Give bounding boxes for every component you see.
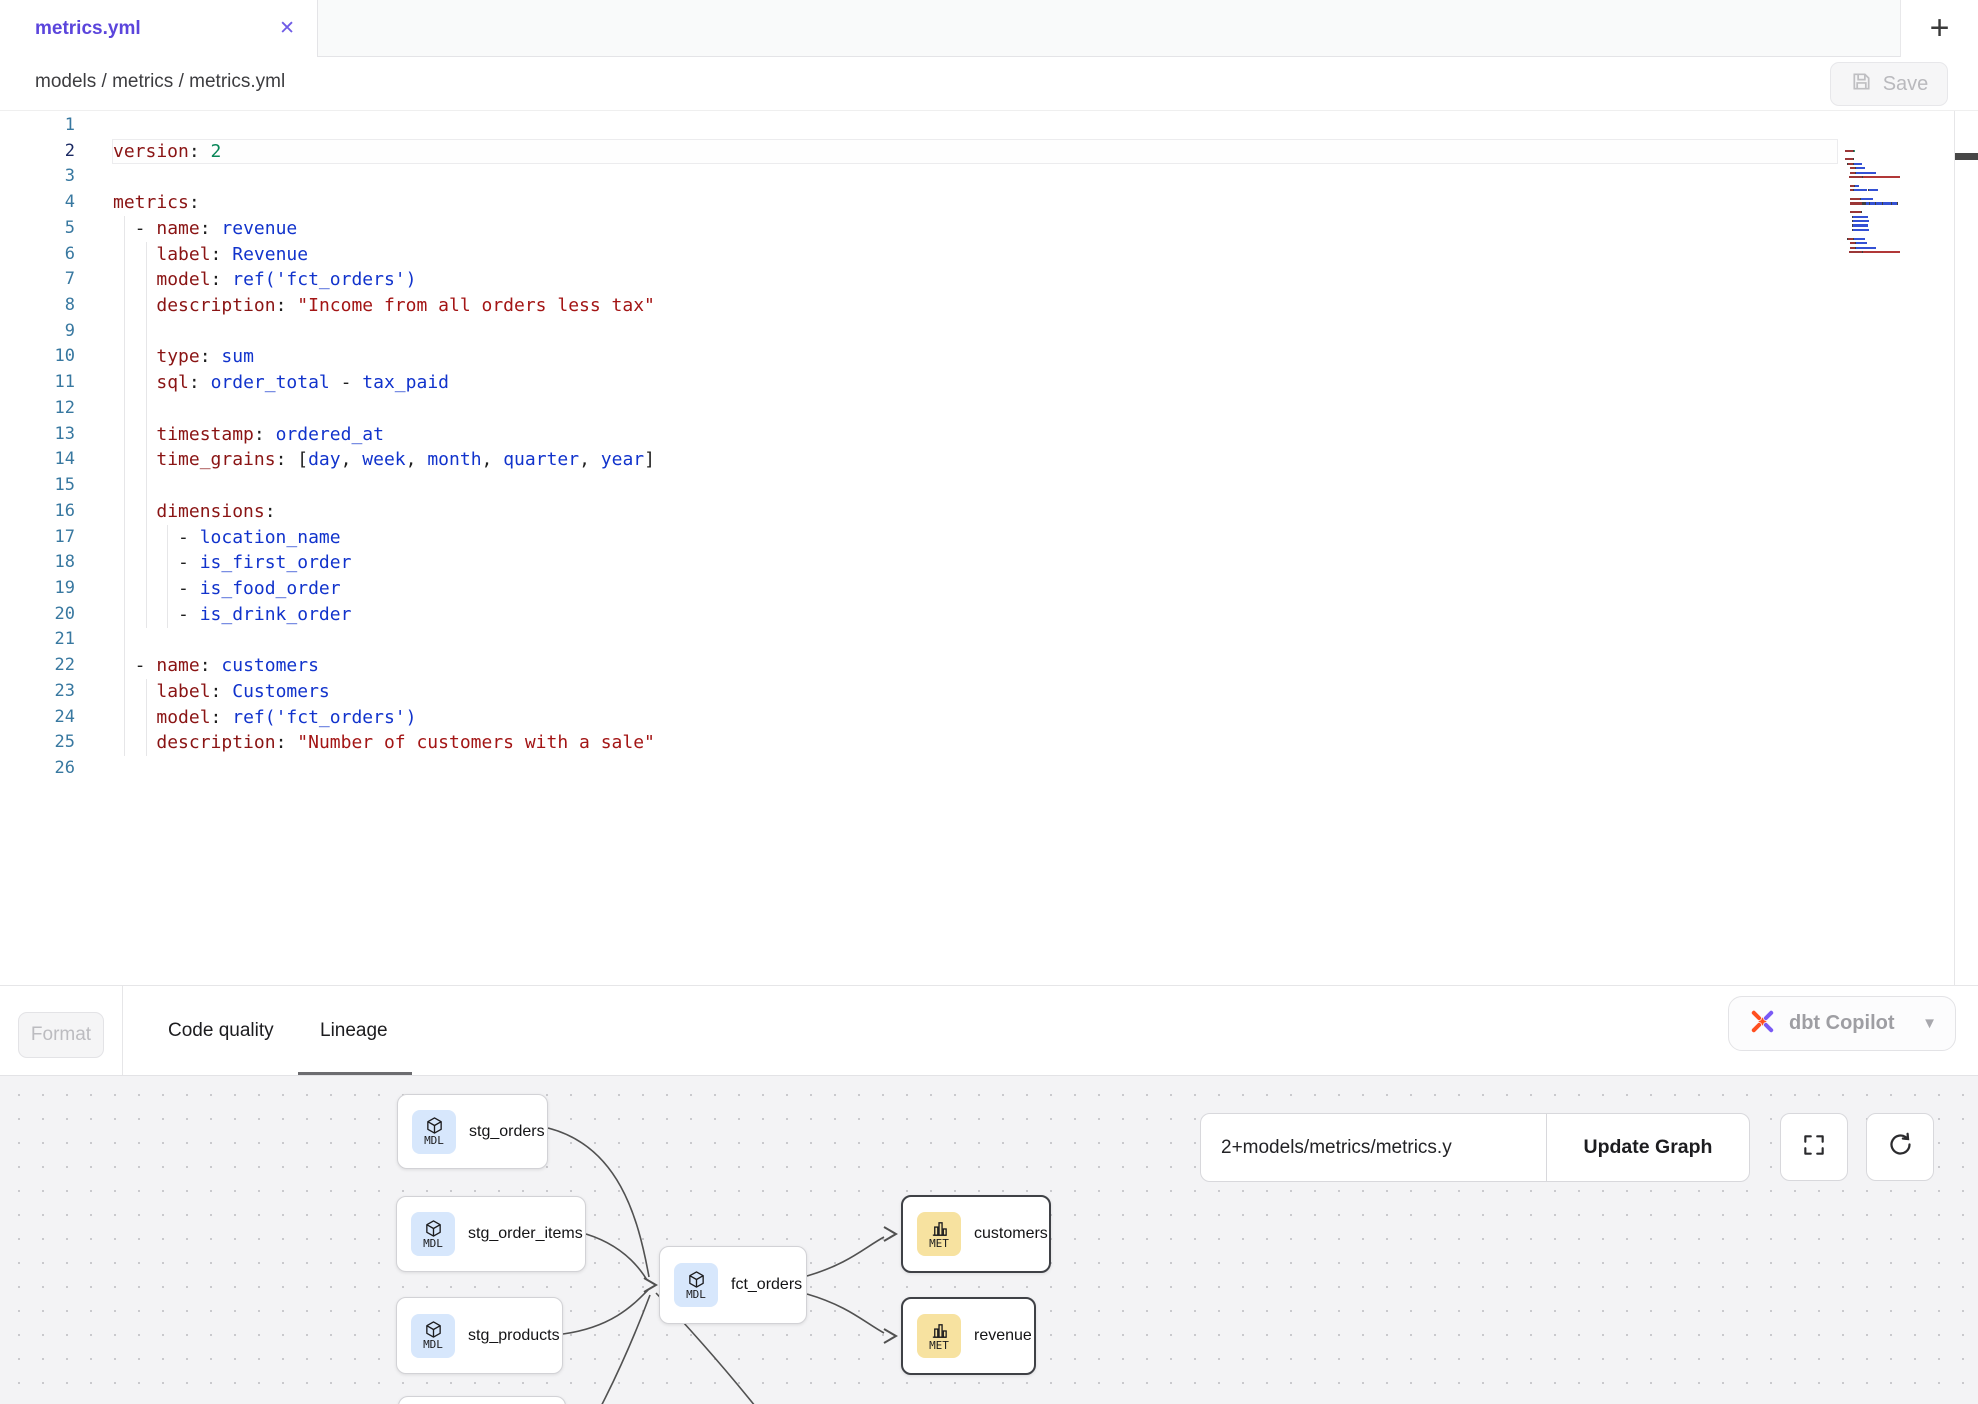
- dbt-ide-window: metrics.yml ✕ + models / metrics / metri…: [0, 0, 1978, 1404]
- refresh-icon: [1887, 1131, 1914, 1163]
- lineage-node-stg_order_items[interactable]: MDL stg_order_items: [396, 1196, 586, 1272]
- new-tab-button[interactable]: +: [1900, 0, 1978, 57]
- lineage-node-offscreen_node[interactable]: MDL: [398, 1396, 566, 1404]
- node-label: stg_products: [468, 1327, 560, 1345]
- graph-filter-group: Update Graph: [1200, 1113, 1750, 1182]
- tab-metrics-yml[interactable]: metrics.yml ✕: [0, 0, 318, 57]
- editor-minimap[interactable]: [1845, 144, 1900, 264]
- lineage-node-revenue[interactable]: MET revenue: [901, 1297, 1036, 1375]
- met-badge-icon: MET: [917, 1212, 961, 1256]
- dbt-copilot-icon: [1749, 1008, 1776, 1040]
- node-label: stg_orders: [469, 1123, 545, 1141]
- dbt-copilot-button[interactable]: dbt Copilot ▼: [1728, 996, 1956, 1051]
- code-content[interactable]: version: 2metrics: - name: revenue label…: [113, 113, 655, 782]
- tab-lineage[interactable]: Lineage: [320, 986, 388, 1076]
- close-tab-icon[interactable]: ✕: [279, 17, 295, 40]
- dbt-copilot-label: dbt Copilot: [1789, 1012, 1909, 1035]
- lineage-canvas[interactable]: MDL stg_orders MDL stg_order_items MDL stg_pr…: [0, 1075, 1978, 1404]
- code-editor[interactable]: 1234567891011121314151617181920212223242…: [0, 110, 1978, 985]
- line-number-gutter: 1234567891011121314151617181920212223242…: [0, 113, 75, 782]
- breadcrumb[interactable]: models / metrics / metrics.yml: [35, 71, 285, 93]
- tab-title: metrics.yml: [35, 18, 279, 40]
- tab-code-quality[interactable]: Code quality: [168, 986, 274, 1076]
- mdl-badge-icon: MDL: [412, 1110, 456, 1154]
- toolbar-divider: [122, 986, 123, 1076]
- bottom-toolbar: Format Code quality Lineage dbt Copilot …: [0, 985, 1978, 1075]
- save-label: Save: [1883, 73, 1929, 96]
- mdl-badge-icon: MDL: [411, 1212, 455, 1256]
- plus-icon: +: [1930, 9, 1950, 48]
- graph-selector-input[interactable]: [1201, 1114, 1546, 1181]
- node-label: stg_order_items: [468, 1225, 583, 1243]
- node-label: revenue: [974, 1327, 1032, 1345]
- save-icon: [1850, 70, 1873, 98]
- save-button[interactable]: Save: [1830, 62, 1948, 106]
- update-graph-button[interactable]: Update Graph: [1547, 1114, 1749, 1181]
- met-badge-icon: MET: [917, 1314, 961, 1358]
- scrollbar-thumb[interactable]: [1955, 153, 1978, 160]
- lineage-node-stg_orders[interactable]: MDL stg_orders: [397, 1094, 548, 1169]
- lineage-node-fct_orders[interactable]: MDL fct_orders: [659, 1246, 807, 1324]
- fullscreen-button[interactable]: [1780, 1113, 1848, 1181]
- fullscreen-icon: [1801, 1132, 1827, 1163]
- lineage-node-customers[interactable]: MET customers: [901, 1195, 1051, 1273]
- file-header-row: models / metrics / metrics.yml Save: [0, 57, 1978, 110]
- chevron-down-icon: ▼: [1922, 1015, 1937, 1032]
- format-button[interactable]: Format: [18, 1012, 104, 1058]
- editor-tab-bar: metrics.yml ✕ +: [0, 0, 1978, 57]
- refresh-graph-button[interactable]: [1866, 1113, 1934, 1181]
- tab-strip-empty: [318, 0, 1900, 57]
- mdl-badge-icon: MDL: [674, 1263, 718, 1307]
- node-label: fct_orders: [731, 1276, 802, 1294]
- lineage-node-stg_products[interactable]: MDL stg_products: [396, 1297, 563, 1374]
- mdl-badge-icon: MDL: [411, 1314, 455, 1358]
- node-label: customers: [974, 1225, 1048, 1243]
- scrollbar-track: [1954, 111, 1955, 986]
